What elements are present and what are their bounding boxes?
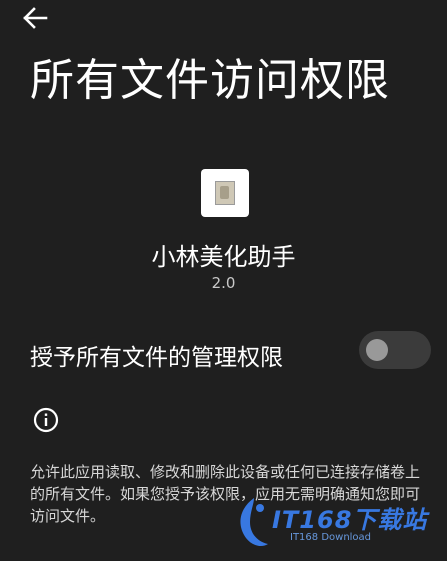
back-button[interactable] [22, 6, 50, 32]
app-icon [201, 169, 249, 217]
app-name: 小林美化助手 [151, 243, 296, 271]
page-title: 所有文件访问权限 [30, 55, 390, 106]
app-version: 2.0 [211, 274, 236, 292]
info-icon [32, 406, 60, 434]
watermark-title: IT168下载站 [272, 506, 428, 534]
permission-label: 授予所有文件的管理权限 [30, 345, 283, 371]
app-image-icon [215, 181, 235, 205]
watermark-logo-icon [240, 498, 268, 546]
arrow-left-icon [23, 7, 48, 29]
permission-toggle[interactable] [359, 331, 431, 369]
watermark-subtitle: IT168 Download [290, 532, 372, 543]
watermark: IT168下载站 IT168 Download [232, 492, 442, 554]
toggle-knob [366, 339, 388, 361]
